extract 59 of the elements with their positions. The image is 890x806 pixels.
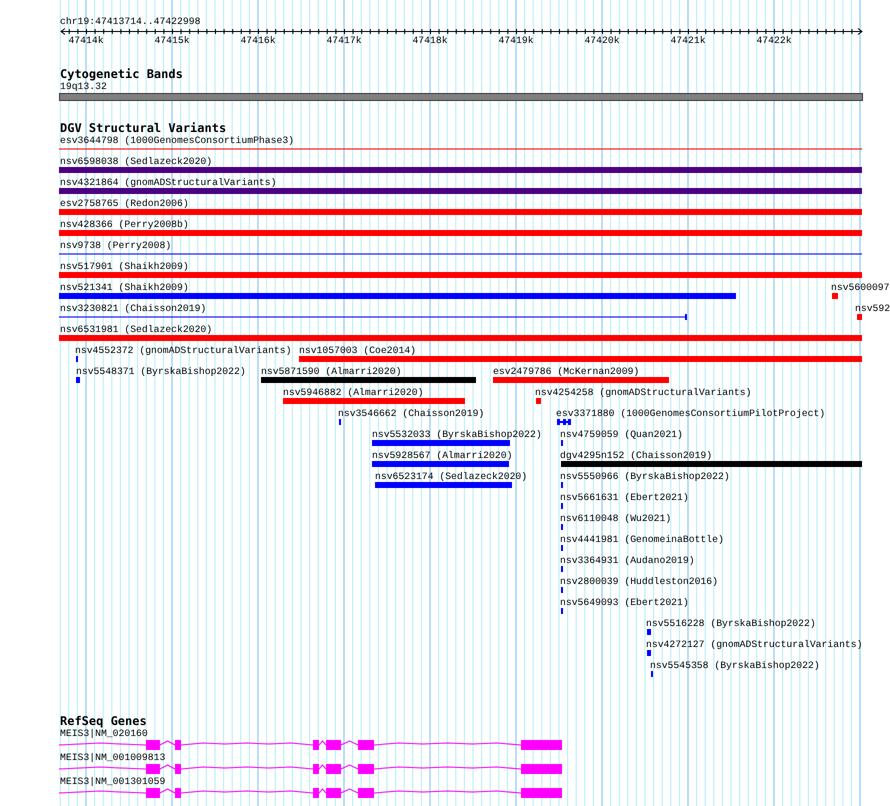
gene-model[interactable]: [58, 740, 562, 750]
gene-label: MEIS3|NM_001009813: [60, 752, 166, 762]
feature-label: nsv6110048 (Wu2021): [560, 512, 672, 524]
feature-label: nsv4759059 (Quan2021): [560, 428, 683, 440]
feature-label: nsv5661631 (Ebert2021): [560, 492, 689, 502]
tick-label: 47418k: [412, 34, 448, 46]
feature-label: nsv4441981 (GenomeinaBottle): [560, 534, 724, 544]
feature-label: nsv5545358 (ByrskaBishop2022): [650, 660, 820, 670]
feature-label: nsv6598038 (Sedlazeck2020): [60, 156, 212, 166]
feature-label: nsv5871590 (Almarri2020): [261, 366, 402, 376]
feature-label: nsv5600097: [831, 282, 890, 292]
feature-label: nsv3364931 (Audano2019): [560, 554, 695, 566]
feature-label: nsv4552372 (gnomADStructuralVariants): [75, 344, 292, 356]
tick-label: 47421k: [670, 34, 706, 46]
feature-label: nsv4272127 (gnomADStructuralVariants): [646, 638, 862, 650]
feature-label: nsv517901 (Shaikh2009): [60, 260, 189, 272]
tick-label: 47417k: [326, 34, 362, 46]
feature-label: nsv4321864 (gnomADStructuralVariants): [60, 176, 276, 188]
feature-label: nsv5928567 (Almarri2020): [372, 450, 512, 460]
feature-label: esv2479786 (McKernan2009): [493, 366, 640, 376]
feature-label: nsv6531981 (Sedlazeck2020): [60, 324, 212, 334]
feature-label: nsv9738 (Perry2008): [60, 240, 172, 250]
feature-label: dgv4295n152 (Chaisson2019): [560, 450, 712, 460]
feature-label: nsv428366 (Perry2008b): [60, 218, 189, 230]
feature-label: nsv521341 (Shaikh2009): [60, 282, 189, 292]
tick-label: 47414k: [68, 34, 104, 46]
cytoband-bar[interactable]: [59, 93, 863, 101]
feature-line[interactable]: [59, 314, 687, 320]
gene-model[interactable]: [58, 764, 562, 774]
feature-label: nsv5548371 (ByrskaBishop2022): [76, 366, 246, 376]
feature-label: nsv5946882 (Almarri2020): [283, 386, 424, 398]
feature-label: nsv1057003 (Coe2014): [299, 344, 416, 356]
tick-label: 47419k: [498, 34, 534, 46]
track-title: RefSeq Genes: [60, 714, 147, 728]
feature-label: nsv592: [855, 302, 890, 314]
feature-label: nsv5550966 (ByrskaBishop2022): [560, 470, 730, 482]
tick-label: 47416k: [240, 34, 276, 46]
feature-label: nsv5516228 (ByrskaBishop2022): [646, 618, 816, 628]
band-label: 19q13.32: [60, 80, 107, 92]
gene-label: MEIS3|NM_020160: [60, 728, 148, 738]
gene-label: MEIS3|NM_001301059: [60, 776, 166, 786]
feature-label: nsv3546662 (Chaisson2019): [338, 408, 484, 418]
feature-label: nsv5649093 (Ebert2021): [560, 596, 689, 608]
tick-label: 47415k: [154, 34, 190, 46]
track-title: Cytogenetic Bands: [60, 68, 183, 80]
track-title: DGV Structural Variants: [60, 122, 226, 134]
feature-label: esv3644798 (1000GenomesConsortiumPhase3): [60, 134, 294, 146]
tick-label: 47422k: [756, 34, 792, 46]
feature-label: nsv3230821 (Chaisson2019): [60, 302, 206, 314]
feature-label: esv2758765 (Redon2006): [60, 198, 189, 208]
feature-label: nsv4254258 (gnomADStructuralVariants): [535, 386, 752, 398]
location-label: chr19:47413714..47422998: [60, 16, 200, 26]
feature-label: nsv6523174 (Sedlazeck2020): [375, 470, 528, 482]
feature-label: esv3371880 (1000GenomesConsortiumPilotProject): [556, 408, 826, 418]
tick-label: 47420k: [584, 34, 620, 46]
feature-label: nsv5532033 (ByrskaBishop2022): [372, 428, 542, 440]
feature-bar[interactable]: [557, 419, 571, 425]
gene-model[interactable]: [58, 788, 562, 798]
feature-label: nsv2800039 (Huddleston2016): [560, 576, 718, 586]
